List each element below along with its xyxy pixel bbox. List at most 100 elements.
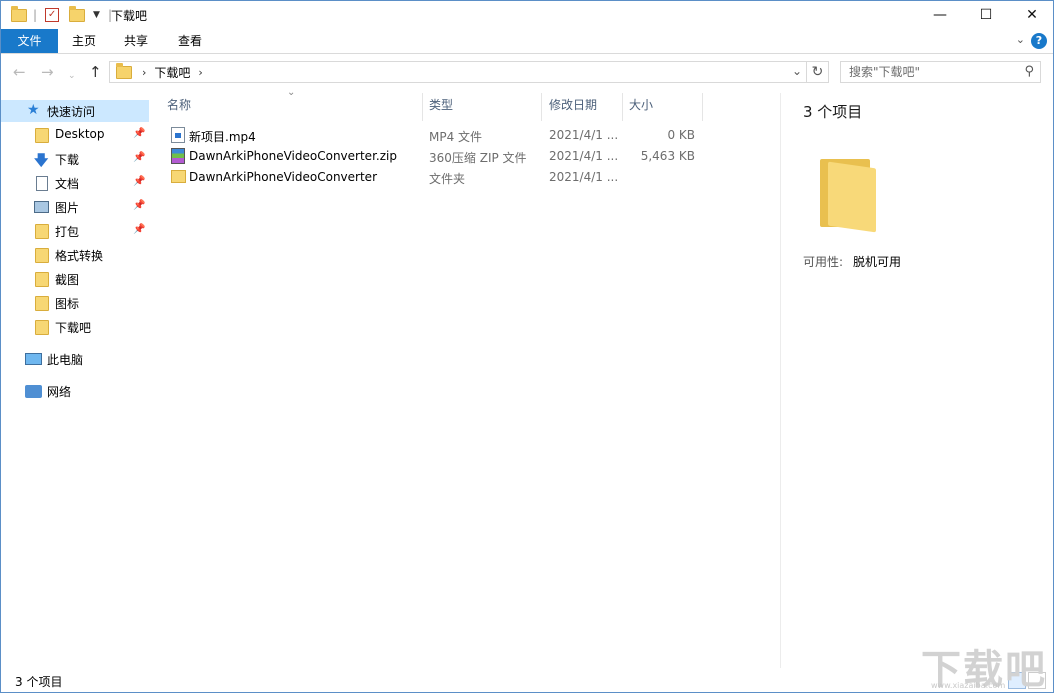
details-pane: 3 个项目 可用性: 脱机可用	[780, 93, 1053, 668]
sidebar-item-desktop[interactable]: Desktop 📌	[1, 124, 149, 146]
folder-icon	[35, 128, 49, 143]
sidebar-item-format-convert[interactable]: 格式转换	[1, 244, 149, 266]
sidebar-item-label: 下载吧	[55, 321, 92, 335]
file-name: 新项目.mp4	[189, 130, 256, 144]
window-title: 下载吧	[111, 9, 148, 23]
sidebar-item-label: 图片	[55, 201, 80, 215]
file-list: ⌄ 名称 类型 修改日期 大小 新项目.mp4 MP4 文件 2021/4/1 …	[149, 87, 779, 668]
column-divider[interactable]	[541, 93, 542, 121]
sidebar-item-label: 下载	[55, 153, 80, 167]
folder-icon	[35, 296, 49, 311]
table-row[interactable]: 新项目.mp4 MP4 文件 2021/4/1 ... 0 KB	[149, 125, 709, 146]
download-arrow-icon: 🡇	[34, 153, 49, 169]
tab-home[interactable]: 主页	[58, 29, 110, 53]
folder-icon	[35, 224, 49, 239]
address-history-chevron-icon[interactable]: ⌄	[792, 64, 802, 78]
sidebar-item-label: 文档	[55, 177, 80, 191]
sidebar-item-pack[interactable]: 打包 📌	[1, 220, 149, 242]
file-type: MP4 文件	[429, 130, 483, 144]
column-header-size[interactable]: 大小	[629, 93, 653, 119]
tab-file[interactable]: 文件	[1, 29, 58, 53]
navigation-pane: ★ 快速访问 Desktop 📌 🡇 下载 📌 文档 📌 图片 📌 打包 📌 格…	[1, 93, 149, 668]
sort-chevron-icon: ⌄	[287, 87, 296, 98]
tab-view[interactable]: 查看	[164, 29, 216, 53]
sidebar-item-label: 截图	[55, 273, 80, 287]
tab-share[interactable]: 共享	[110, 29, 162, 53]
up-arrow-icon[interactable]: ↑	[89, 63, 102, 81]
toolbar-divider: |	[33, 8, 38, 22]
column-divider[interactable]	[422, 93, 423, 121]
file-modified: 2021/4/1 ...	[549, 149, 619, 163]
breadcrumb-separator-icon[interactable]: ›	[142, 66, 146, 79]
ribbon-tabs: 文件 主页 共享 查看 ⌄ ?	[1, 29, 1053, 54]
close-button[interactable]: ✕	[1009, 1, 1054, 29]
file-explorer-window: | ✓ ▼ | 下载吧 — ☐ ✕ 文件 主页 共享 查看 ⌄ ? ← → ⌄ …	[0, 0, 1054, 693]
forward-arrow-icon[interactable]: →	[41, 63, 54, 81]
column-divider[interactable]	[702, 93, 703, 121]
back-arrow-icon[interactable]: ←	[13, 63, 26, 81]
column-header-name[interactable]: 名称	[167, 93, 191, 119]
sidebar-item-quick-access[interactable]: ★ 快速访问	[1, 100, 149, 122]
minimize-button[interactable]: —	[917, 1, 963, 29]
folder-icon	[35, 320, 49, 335]
pin-icon[interactable]: 📌	[133, 224, 145, 235]
sidebar-item-label: 快速访问	[47, 105, 96, 119]
properties-check-icon[interactable]: ✓	[45, 8, 60, 22]
availability-label: 可用性:	[803, 255, 844, 269]
search-input[interactable]: 搜索"下载吧" ⚲	[840, 61, 1041, 83]
breadcrumb-item[interactable]: 下载吧	[154, 64, 190, 81]
sidebar-item-documents[interactable]: 文档 📌	[1, 172, 149, 194]
refresh-icon[interactable]: ↻	[807, 61, 829, 83]
sidebar-item-label: 此电脑	[47, 353, 84, 367]
breadcrumb-separator-icon[interactable]: ›	[198, 66, 202, 79]
customize-toolbar-chevron-icon[interactable]: ▼	[93, 10, 100, 20]
expand-ribbon-chevron-icon[interactable]: ⌄	[1016, 33, 1025, 46]
maximize-button[interactable]: ☐	[963, 1, 1009, 29]
file-size: 5,463 KB	[640, 149, 695, 163]
pin-icon[interactable]: 📌	[133, 176, 145, 187]
sidebar-item-icons[interactable]: 图标	[1, 292, 149, 314]
recent-locations-chevron-icon[interactable]: ⌄	[68, 67, 76, 85]
folder-icon	[11, 5, 27, 22]
picture-icon	[34, 201, 49, 213]
sidebar-item-label: 网络	[47, 385, 72, 399]
table-row[interactable]: DawnArkiPhoneVideoConverter 文件夹 2021/4/1…	[149, 167, 709, 188]
pin-icon[interactable]: 📌	[133, 152, 145, 163]
file-modified: 2021/4/1 ...	[549, 128, 619, 142]
zip-archive-icon	[171, 148, 185, 164]
help-icon[interactable]: ?	[1031, 33, 1047, 49]
table-row[interactable]: DawnArkiPhoneVideoConverter.zip 360压缩 ZI…	[149, 146, 709, 167]
file-size: 0 KB	[667, 128, 695, 142]
file-name: DawnArkiPhoneVideoConverter.zip	[189, 149, 397, 163]
folder-icon	[116, 62, 132, 79]
sidebar-item-screenshots[interactable]: 截图	[1, 268, 149, 290]
column-header-modified[interactable]: 修改日期	[549, 93, 597, 119]
file-type: 360压缩 ZIP 文件	[429, 151, 527, 165]
folder-icon	[35, 248, 49, 263]
title-bar: | ✓ ▼ | 下载吧 — ☐ ✕	[1, 1, 1053, 29]
status-item-count: 3 个项目	[15, 675, 63, 689]
status-bar: 3 个项目	[1, 669, 1053, 692]
folder-icon	[171, 170, 186, 183]
folder-icon	[820, 159, 878, 233]
sidebar-item-label: 打包	[55, 225, 80, 239]
sidebar-item-pictures[interactable]: 图片 📌	[1, 196, 149, 218]
folder-icon	[35, 272, 49, 287]
search-icon[interactable]: ⚲	[1024, 62, 1034, 82]
video-file-icon	[171, 127, 185, 143]
document-icon	[36, 176, 48, 191]
sidebar-item-xiazaiba[interactable]: 下载吧	[1, 316, 149, 338]
sidebar-item-this-pc[interactable]: 此电脑	[1, 348, 149, 370]
sidebar-item-label: 图标	[55, 297, 80, 311]
new-folder-icon[interactable]	[69, 5, 86, 22]
item-count-heading: 3 个项目	[803, 103, 863, 121]
pin-icon[interactable]: 📌	[133, 200, 145, 211]
sidebar-item-downloads[interactable]: 🡇 下载 📌	[1, 148, 149, 170]
sidebar-item-network[interactable]: 网络	[1, 380, 149, 402]
pin-icon[interactable]: 📌	[133, 128, 145, 139]
computer-icon	[25, 353, 42, 365]
address-bar[interactable]: › 下载吧 › ⌄	[109, 61, 807, 83]
column-divider[interactable]	[622, 93, 623, 121]
column-header-type[interactable]: 类型	[429, 93, 453, 119]
navigation-bar: ← → ⌄ ↑ › 下载吧 › ⌄ ↻ 搜索"下载吧" ⚲	[1, 55, 1053, 89]
